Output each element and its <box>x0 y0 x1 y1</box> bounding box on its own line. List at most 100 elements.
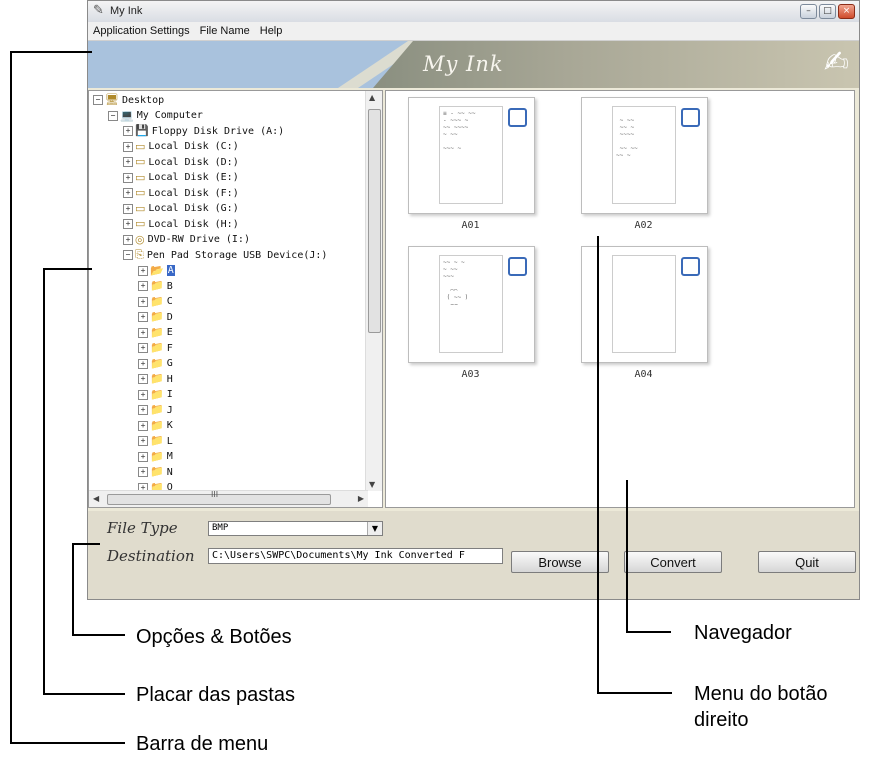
tree-item[interactable]: + 📁 C <box>138 295 173 308</box>
file-type-select[interactable]: BMP ▼ <box>208 521 383 536</box>
chevron-down-icon[interactable]: ▼ <box>367 522 382 535</box>
browse-button[interactable]: Browse <box>511 551 609 573</box>
scroll-right-icon[interactable]: ▶ <box>358 494 364 503</box>
tree-item[interactable]: + ▭ Local Disk (E:) <box>123 170 239 184</box>
expand-icon[interactable]: + <box>138 405 148 415</box>
expand-icon[interactable]: + <box>123 157 133 167</box>
expand-icon[interactable]: + <box>138 451 148 462</box>
tree-item[interactable]: + 💾 Floppy Disk Drive (A:) <box>123 125 284 137</box>
tree-item[interactable]: + 📁 N <box>138 466 173 478</box>
thumbnail-frame[interactable]: ≡ - ~~ ~~ - ~~~ ~ ~~ ~~~~ ~ ~~ ~~~ ~ <box>408 97 535 214</box>
destination-field[interactable]: C:\Users\SWPC\Documents\My Ink Converted… <box>208 548 503 564</box>
expand-icon[interactable]: + <box>123 172 133 183</box>
thumbnail-checkbox[interactable] <box>508 257 527 276</box>
tree-vertical-scroll-thumb[interactable] <box>368 109 381 333</box>
tree-item[interactable]: − ⎘ Pen Pad Storage USB Device(J:) <box>123 249 327 261</box>
collapse-icon[interactable]: − <box>123 250 133 260</box>
expand-icon[interactable]: + <box>138 389 148 400</box>
tree-item[interactable]: + ▭ Local Disk (C:) <box>123 140 239 153</box>
expand-icon[interactable]: + <box>123 141 133 152</box>
page-thumbnail[interactable]: ≡ - ~~ ~~ - ~~~ ~ ~~ ~~~~ ~ ~~ ~~~ ~ A01 <box>408 97 538 231</box>
tree-item-label: Local Disk (H:) <box>148 218 239 230</box>
close-button[interactable]: × <box>838 4 855 19</box>
page-thumbnail[interactable]: A04 <box>581 246 711 380</box>
disk-icon: ▭ <box>135 170 146 184</box>
minimize-button[interactable]: – <box>800 4 817 19</box>
thumbnail-page: ~ ~~ ~~ ~ ~~~~ ~~ ~~ ~~ ~ <box>612 106 676 204</box>
options-leader-end <box>72 634 125 636</box>
tree-item[interactable]: + 📁 B <box>138 280 173 292</box>
expand-icon[interactable]: + <box>138 281 148 291</box>
expand-icon[interactable]: + <box>138 358 148 369</box>
expand-icon[interactable]: + <box>123 126 133 136</box>
tree-item[interactable]: + 📁 M <box>138 450 173 463</box>
disk-icon: ▭ <box>135 155 146 168</box>
tree-item[interactable]: + 📁 G <box>138 357 173 370</box>
expand-icon[interactable]: + <box>123 203 133 214</box>
collapse-icon[interactable]: − <box>93 95 103 105</box>
tree-item[interactable]: − 🖥 Desktop <box>93 94 164 106</box>
tree-item[interactable]: + 📁 F <box>138 342 173 354</box>
menu-application-settings[interactable]: Application Settings <box>88 25 195 37</box>
menu-help[interactable]: Help <box>255 25 288 37</box>
page-thumbnail[interactable]: ~ ~~ ~~ ~ ~~~~ ~~ ~~ ~~ ~ A02 <box>581 97 711 231</box>
page-thumbnail[interactable]: ~~ ~ ~ ~ ~~ ~~~ ⌒⌒ ( ~~ ) ⌣⌣ A03 <box>408 246 538 380</box>
thumbnail-frame[interactable] <box>581 246 708 363</box>
app-banner: My Ink ✍ <box>88 41 859 88</box>
tree-item[interactable]: + 📁 D <box>138 311 173 323</box>
folder-icon: 📁 <box>150 372 164 385</box>
scroll-left-icon[interactable]: ◀ <box>93 494 99 503</box>
dvd-icon: ◎ <box>135 232 145 246</box>
convert-button[interactable]: Convert <box>624 551 722 573</box>
tree-item[interactable]: + 📁 I <box>138 388 173 401</box>
tree-item[interactable]: − 💻 My Computer <box>108 108 203 122</box>
expand-icon[interactable]: + <box>138 327 148 338</box>
thumbnail-frame[interactable]: ~ ~~ ~~ ~ ~~~~ ~~ ~~ ~~ ~ <box>581 97 708 214</box>
tree-item[interactable]: + ▭ Local Disk (F:) <box>123 187 239 199</box>
tree-item[interactable]: + ▭ Local Disk (G:) <box>123 201 239 215</box>
thumbnail-checkbox[interactable] <box>508 108 527 127</box>
tree-horizontal-scroll-thumb[interactable] <box>107 494 331 505</box>
tree-item[interactable]: + 📁 L <box>138 435 173 447</box>
tree-item-label: E <box>166 327 173 338</box>
menu-file-name[interactable]: File Name <box>195 25 255 37</box>
callout-context-menu-line2: direito <box>694 709 749 731</box>
scroll-up-icon[interactable]: ▲ <box>369 93 375 102</box>
expand-icon[interactable]: + <box>138 265 148 276</box>
thumbnail-checkbox[interactable] <box>681 257 700 276</box>
tree-item-label: I <box>166 389 173 400</box>
title-bar[interactable]: ✎ My Ink – □ × <box>88 1 859 23</box>
tree-item[interactable]: + ▭ Local Disk (H:) <box>123 218 239 230</box>
tree-item[interactable]: + 📁 E <box>138 326 173 339</box>
expand-icon[interactable]: + <box>138 420 148 431</box>
computer-icon: 💻 <box>120 108 134 122</box>
scroll-down-icon[interactable]: ▼ <box>369 480 375 489</box>
thumbnail-label: A01 <box>461 220 480 231</box>
disk-icon: ▭ <box>135 201 146 215</box>
thumbnail-checkbox[interactable] <box>681 108 700 127</box>
tree-horizontal-scrollbar[interactable]: ◀ III ▶ <box>89 490 368 507</box>
expand-icon[interactable]: + <box>138 436 148 446</box>
tree-item[interactable]: + 📁 K <box>138 419 173 432</box>
tree-item[interactable]: + ◎ DVD-RW Drive (I:) <box>123 232 250 246</box>
expand-icon[interactable]: + <box>123 234 133 245</box>
expand-icon[interactable]: + <box>138 374 148 384</box>
quit-button[interactable]: Quit <box>758 551 856 573</box>
tree-item[interactable]: + 📁 H <box>138 373 173 385</box>
tree-item[interactable]: + 📁 J <box>138 404 173 416</box>
pen-ink-icon: ✎ <box>93 3 104 18</box>
collapse-icon[interactable]: − <box>108 110 118 121</box>
expand-icon[interactable]: + <box>138 312 148 322</box>
tree-item[interactable]: + ▭ Local Disk (D:) <box>123 156 239 168</box>
tree-vertical-scrollbar[interactable]: ▲ ▼ <box>365 91 382 491</box>
expand-icon[interactable]: + <box>138 467 148 477</box>
maximize-button[interactable]: □ <box>819 4 836 19</box>
expand-icon[interactable]: + <box>138 296 148 307</box>
expand-icon[interactable]: + <box>123 219 133 229</box>
expand-icon[interactable]: + <box>123 188 133 198</box>
callout-options: Opções & Botões <box>136 626 292 648</box>
thumbnail-frame[interactable]: ~~ ~ ~ ~ ~~ ~~~ ⌒⌒ ( ~~ ) ⌣⌣ <box>408 246 535 363</box>
tree-item[interactable]: + 📂 A <box>138 264 175 277</box>
options-panel: File Type BMP ▼ Destination C:\Users\SWP… <box>88 511 859 599</box>
expand-icon[interactable]: + <box>138 343 148 353</box>
